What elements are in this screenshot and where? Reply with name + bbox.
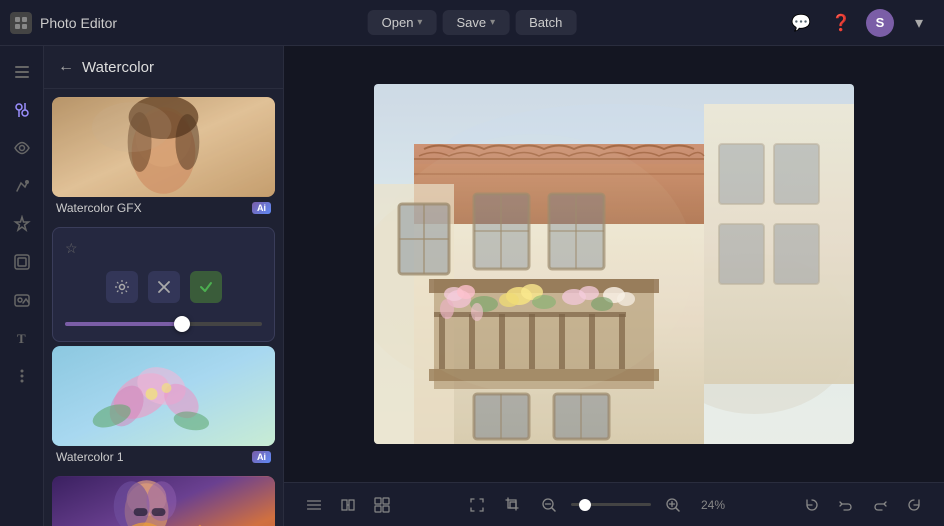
compare-button[interactable] [334, 491, 362, 519]
effect-label-gfx: Watercolor GFX Ai [52, 197, 275, 223]
zoom-in-button[interactable] [659, 491, 687, 519]
batch-button[interactable]: Batch [515, 10, 576, 35]
main-area: T ← Watercolor [0, 46, 944, 526]
topbar-right-actions: 💬 ❓ S ▾ [786, 8, 934, 38]
effect-item-gfx[interactable]: Watercolor GFX Ai [52, 97, 275, 223]
sidebar-item-frames[interactable] [6, 246, 38, 278]
sidebar-item-eye[interactable] [6, 132, 38, 164]
effects-panel: ← Watercolor [44, 46, 284, 526]
sidebar-item-smart[interactable] [6, 208, 38, 240]
chat-icon-button[interactable]: 💬 [786, 8, 816, 38]
bottom-left-tools [300, 491, 396, 519]
open-button[interactable]: Open ▾ [368, 10, 437, 35]
ai-badge-1: Ai [252, 451, 271, 463]
effect-thumbnail-1 [52, 346, 275, 446]
back-button[interactable]: ← [58, 58, 74, 76]
canvas-viewport [284, 46, 944, 482]
grid-button[interactable] [368, 491, 396, 519]
help-icon-button[interactable]: ❓ [826, 8, 856, 38]
bottom-right-tools [798, 491, 928, 519]
sidebar-item-photo[interactable] [6, 284, 38, 316]
zoom-out-button[interactable] [535, 491, 563, 519]
confirm-button[interactable] [190, 271, 222, 303]
sidebar-item-more[interactable] [6, 360, 38, 392]
rotate-cw-button[interactable] [900, 491, 928, 519]
app-logo: Photo Editor [10, 12, 117, 34]
save-button[interactable]: Save ▾ [442, 10, 509, 35]
effect-thumbnail-gfx [52, 97, 275, 197]
effect-name-gfx: Watercolor GFX [56, 201, 142, 215]
layers-view-button[interactable] [300, 491, 328, 519]
logo-icon [10, 12, 32, 34]
undo-button[interactable] [832, 491, 860, 519]
effect-item-1[interactable]: Watercolor 1 Ai [52, 346, 275, 472]
rotate-ccw-button[interactable] [798, 491, 826, 519]
panel-title: Watercolor [82, 59, 154, 76]
avatar[interactable]: S [866, 9, 894, 37]
canvas-area: 24% [284, 46, 944, 526]
panel-header: ← Watercolor [44, 46, 283, 89]
svg-text:T: T [17, 331, 26, 346]
canvas-image [374, 84, 854, 444]
effect-thumbnail-2 [52, 476, 275, 526]
menu-chevron-button[interactable]: ▾ [904, 8, 934, 38]
app-title: Photo Editor [40, 15, 117, 31]
crop-button[interactable] [499, 491, 527, 519]
bottom-center-tools: 24% [406, 491, 788, 519]
effect-name-1: Watercolor 1 [56, 450, 124, 464]
fit-to-screen-button[interactable] [463, 491, 491, 519]
effect-item-expanded: ☆ [52, 227, 275, 342]
topbar: Photo Editor Open ▾ Save ▾ Batch 💬 ❓ S ▾ [0, 0, 944, 46]
controls-row [61, 271, 266, 303]
sidebar-item-text[interactable]: T [6, 322, 38, 354]
topbar-center-actions: Open ▾ Save ▾ Batch [368, 10, 577, 35]
intensity-slider-container [61, 313, 266, 331]
save-chevron-icon: ▾ [490, 17, 495, 28]
cancel-button[interactable] [148, 271, 180, 303]
open-chevron-icon: ▾ [417, 17, 422, 28]
zoom-level: 24% [695, 498, 731, 512]
effect-label-1: Watercolor 1 Ai [52, 446, 275, 472]
zoom-slider[interactable] [571, 503, 651, 506]
sidebar-item-layers[interactable] [6, 56, 38, 88]
intensity-slider[interactable] [65, 322, 262, 326]
redo-button[interactable] [866, 491, 894, 519]
sidebar-item-adjustments[interactable] [6, 94, 38, 126]
icon-sidebar: T [0, 46, 44, 526]
favorite-button[interactable]: ☆ [63, 238, 80, 259]
sidebar-item-effects[interactable] [6, 170, 38, 202]
effect-controls: ☆ [53, 228, 274, 341]
effects-list: Watercolor GFX Ai ☆ [44, 89, 283, 526]
settings-button[interactable] [106, 271, 138, 303]
ai-badge-gfx: Ai [252, 202, 271, 214]
bottom-bar: 24% [284, 482, 944, 526]
effect-item-2[interactable]: Watercolor 2 Ai [52, 476, 275, 526]
